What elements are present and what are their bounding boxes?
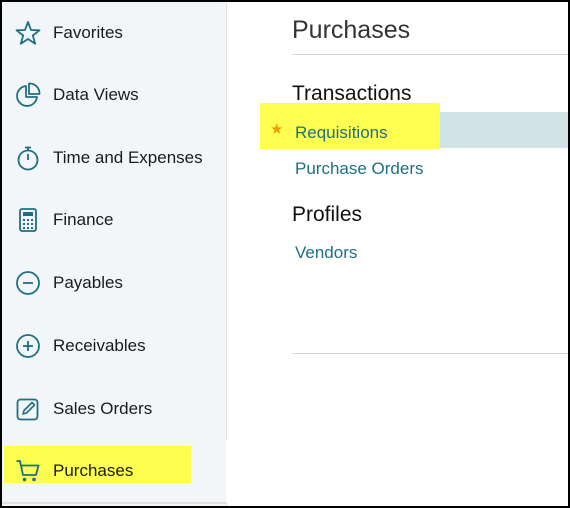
divider	[292, 353, 568, 354]
plus-circle-icon	[15, 333, 41, 359]
requisitions-link[interactable]: Requisitions	[295, 123, 388, 143]
calculator-icon	[15, 207, 41, 233]
hover-row-highlight	[440, 112, 568, 148]
minus-circle-icon	[15, 270, 41, 296]
sidebar-item-purchases[interactable]: Purchases	[2, 440, 227, 502]
sidebar-item-payables[interactable]: Payables	[2, 252, 226, 314]
sidebar-divider	[2, 502, 226, 504]
app-window: Favorites Data Views Time and Expenses F…	[0, 0, 570, 508]
cart-icon	[15, 458, 41, 484]
pie-chart-icon	[15, 82, 41, 108]
sidebar-item-label: Finance	[53, 210, 114, 229]
section-title-profiles: Profiles	[292, 203, 363, 226]
sidebar-item-data-views[interactable]: Data Views	[2, 64, 226, 126]
star-outline-icon	[15, 20, 41, 46]
sidebar-item-label: Favorites	[53, 23, 123, 42]
sidebar: Favorites Data Views Time and Expenses F…	[2, 2, 227, 506]
sidebar-item-favorites[interactable]: Favorites	[2, 2, 226, 64]
page-title: Purchases	[292, 16, 411, 44]
divider	[292, 54, 568, 55]
favorite-star-icon[interactable]: ★	[270, 120, 283, 138]
sidebar-item-finance[interactable]: Finance	[2, 189, 226, 251]
sidebar-item-receivables[interactable]: Receivables	[2, 315, 226, 377]
sidebar-item-label: Receivables	[53, 336, 146, 355]
edit-icon	[15, 396, 41, 422]
sidebar-item-time-and-expenses[interactable]: Time and Expenses	[2, 127, 226, 189]
sidebar-item-sales-orders[interactable]: Sales Orders	[2, 378, 226, 440]
sidebar-item-label: Time and Expenses	[53, 148, 203, 167]
stopwatch-icon	[15, 145, 41, 171]
vendors-link[interactable]: Vendors	[295, 243, 357, 263]
sidebar-item-label: Sales Orders	[53, 399, 153, 418]
sidebar-item-label: Payables	[53, 273, 123, 292]
main-content: Purchases Transactions ★ Requisitions Pu…	[226, 2, 568, 506]
sidebar-item-label: Data Views	[53, 85, 139, 104]
sidebar-item-label: Purchases	[53, 461, 134, 480]
purchase-orders-link[interactable]: Purchase Orders	[295, 159, 424, 179]
